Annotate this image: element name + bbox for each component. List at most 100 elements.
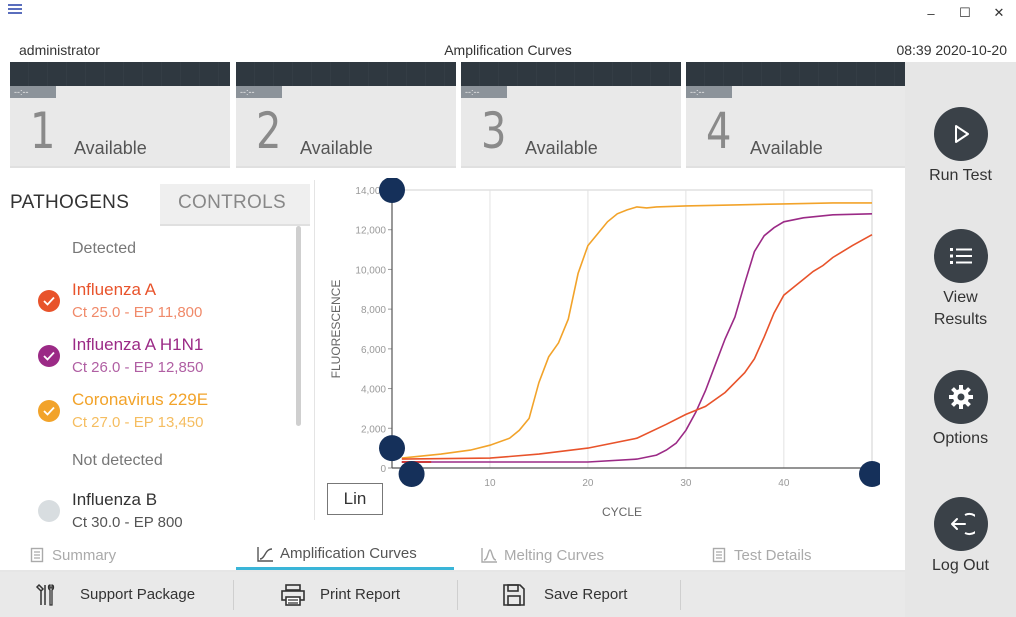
options-button[interactable]: Options [905,370,1016,450]
view-results-label: View Results [905,287,1016,331]
bottom-toolbar: Support Package Print Report Save Report [0,572,905,617]
module-status-strip [461,62,681,86]
save-report-button[interactable]: Save Report [502,572,627,617]
view-results-button[interactable]: View Results [905,229,1016,331]
module-timer: --:-- [686,86,732,98]
log-out-label: Log Out [932,557,989,574]
module-timer: --:-- [10,86,56,98]
pathogen-values: Ct 26.0 - EP 12,850 [72,359,204,376]
minimize-button[interactable]: – [914,0,948,26]
tab-pathogens[interactable]: PATHOGENS [10,192,129,214]
play-icon [933,107,988,161]
list-scrollbar[interactable] [296,226,301,426]
module-status-strip [236,62,456,86]
scale-toggle-button[interactable]: Lin [327,483,383,515]
save-icon [503,583,525,606]
module-status-strip [686,62,906,86]
pathogen-values: Ct 30.0 - EP 800 [72,514,183,531]
x-tick-label: 20 [582,478,594,489]
tab-amplification-label: Amplification Curves [280,545,417,562]
module-number: 1 [30,102,56,160]
y-tick-label: 12,000 [355,226,386,237]
module-status-strip [10,62,230,86]
toolbar-separator [680,580,681,610]
list-icon [933,229,988,283]
x-min-handle[interactable] [398,461,425,487]
pathogen-name: Coronavirus 229E [72,390,209,409]
y-max-handle[interactable] [379,178,405,203]
x-axis-label: CYCLE [602,505,642,519]
gear-icon [933,370,988,424]
print-report-label: Print Report [320,586,401,603]
module-timer: --:-- [236,86,282,98]
y-tick-label: 0 [380,464,386,475]
log-out-button[interactable]: Log Out [905,497,1016,577]
print-report-button[interactable]: Print Report [280,572,400,617]
amplification-chart: 10 20 30 40 0 2,000 4,000 6,000 8,000 10,000 12,00… [329,178,880,519]
curve-icon [257,546,273,562]
not-detected-header: Not detected [72,452,163,469]
module-status: Available [300,138,373,158]
run-test-button[interactable]: Run Test [905,107,1016,187]
module-number: 3 [481,102,507,160]
panel-divider [314,180,315,520]
maximize-button[interactable]: ☐ [948,0,982,26]
user-name: administrator [19,42,100,58]
module-status: Available [74,138,147,158]
detected-header: Detected [72,240,137,257]
document-icon [30,547,44,563]
y-axis-label: FLUORESCENCE [329,280,343,379]
tab-controls[interactable]: CONTROLS [160,184,310,226]
support-package-label: Support Package [80,586,196,603]
tab-details-label: Test Details [734,546,812,564]
y-tick-label: 2,000 [361,424,386,435]
check-icon [38,345,60,367]
y-tick-label: 6,000 [361,345,386,356]
view-results-label-line1: View [943,289,978,306]
run-test-label: Run Test [929,167,992,184]
check-icon [38,400,60,422]
save-report-label: Save Report [544,586,628,603]
title-bar: – ☐ ✕ administrator Amplification Curves… [0,0,1016,62]
support-package-button[interactable]: Support Package [34,572,195,617]
tab-test-details[interactable]: Test Details [712,540,892,570]
module-slot-3[interactable]: --:-- 3 Available [461,62,681,168]
y-tick-label: 8,000 [361,305,386,316]
module-number: 2 [256,102,282,160]
app-icon [8,4,22,14]
toolbar-separator [457,580,458,610]
tools-icon [35,583,55,606]
right-sidebar: Run Test View Results Options Log Out [905,62,1016,617]
threshold-handle[interactable] [379,435,405,462]
screen-title: Amplification Curves [444,42,572,58]
details-icon [712,547,726,563]
plot-area [391,189,873,469]
x-tick-label: 30 [680,478,692,489]
check-icon [38,290,60,312]
module-slot-1[interactable]: --:-- 1 Available [10,62,230,168]
module-slot-2[interactable]: --:-- 2 Available [236,62,456,168]
view-results-label-line2: Results [933,311,988,328]
log-out-icon [933,497,988,551]
view-tabs: Summary Amplification Curves Melting Cur… [0,540,905,570]
module-timer: --:-- [461,86,507,98]
module-slot-4[interactable]: --:-- 4 Available [686,62,906,168]
printer-icon [281,583,305,606]
module-status: Available [525,138,598,158]
tab-amplification-curves[interactable]: Amplification Curves [236,540,454,570]
x-tick-label: 10 [484,478,496,489]
empty-circle-icon [38,500,60,522]
pathogen-name: Influenza A [72,280,157,299]
module-status: Available [750,138,823,158]
tab-melting-curves[interactable]: Melting Curves [480,540,680,570]
peak-icon [481,548,497,563]
x-tick-label: 40 [778,478,790,489]
close-button[interactable]: ✕ [982,0,1016,26]
toolbar-separator [233,580,234,610]
pathogen-name: Influenza A H1N1 [72,335,204,354]
y-tick-label: 10,000 [355,265,386,276]
tab-melting-label: Melting Curves [504,546,605,564]
y-tick-label: 4,000 [361,385,386,396]
pathogen-values: Ct 27.0 - EP 13,450 [72,414,204,431]
tab-summary[interactable]: Summary [30,540,230,570]
